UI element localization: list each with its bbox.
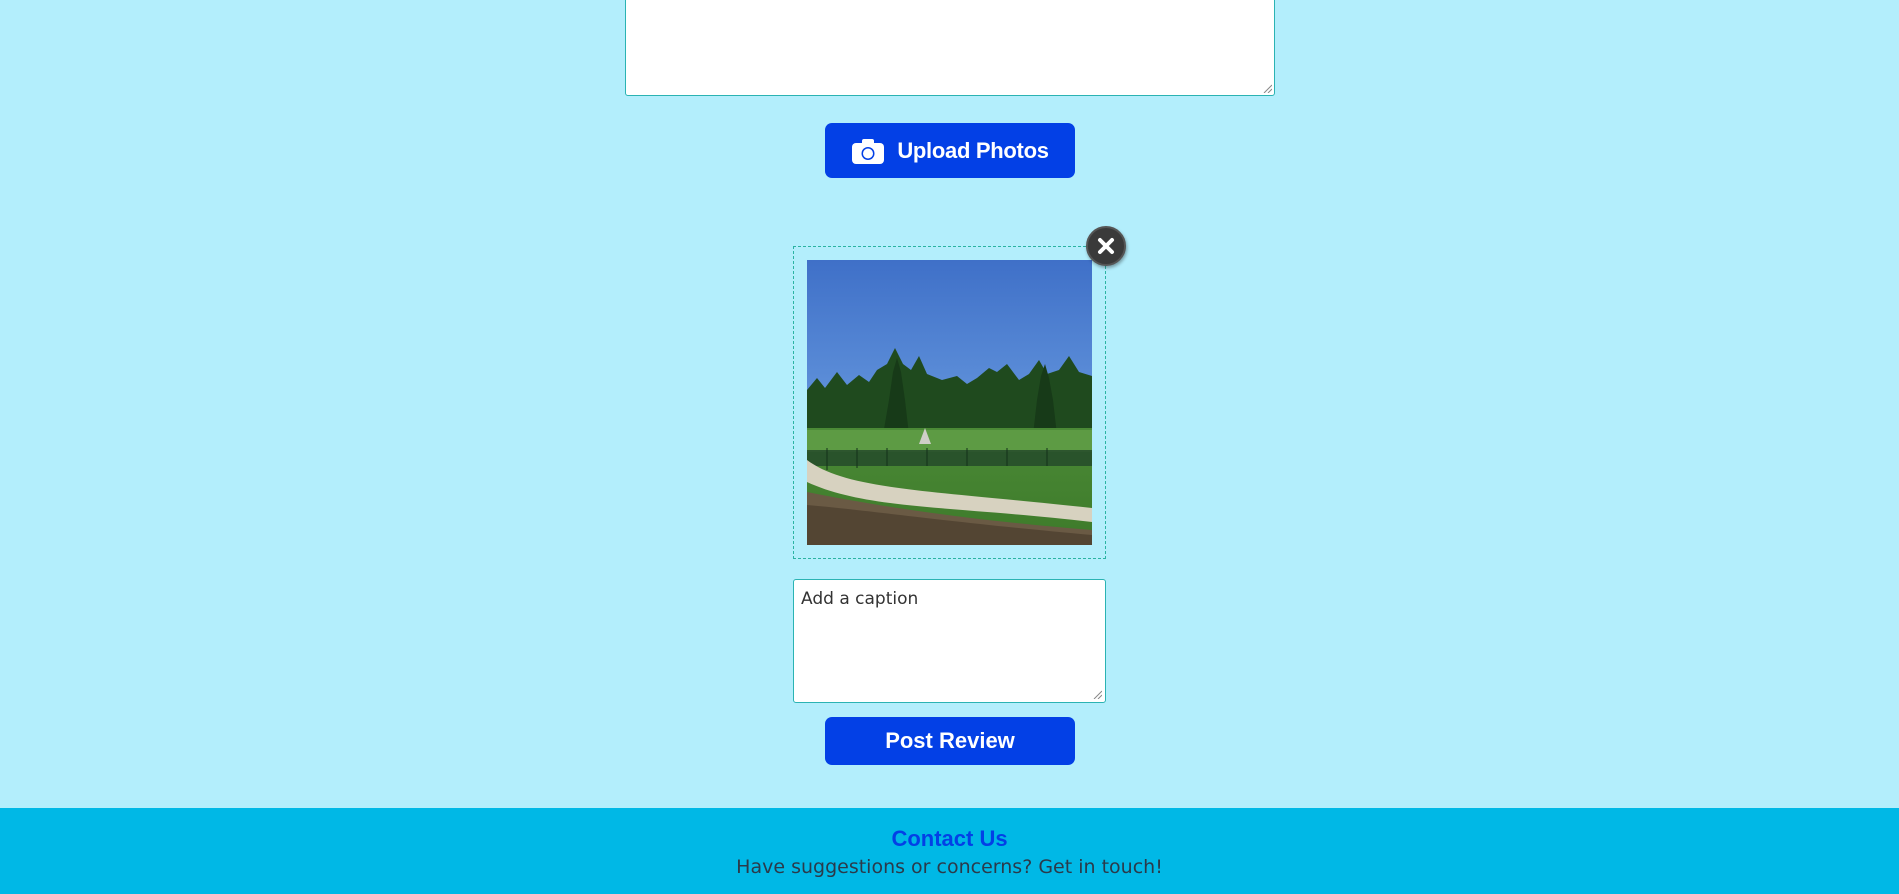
camera-icon — [852, 138, 885, 164]
uploaded-photo — [807, 260, 1092, 545]
caption-input[interactable] — [793, 579, 1106, 703]
photo-preview-frame — [793, 246, 1106, 559]
remove-photo-button[interactable] — [1086, 226, 1126, 266]
resize-grip-icon[interactable] — [1262, 83, 1272, 93]
post-review-label: Post Review — [885, 728, 1015, 753]
upload-photos-button[interactable]: Upload Photos — [825, 123, 1075, 178]
upload-photos-label: Upload Photos — [897, 137, 1049, 163]
post-review-button[interactable]: Post Review — [825, 717, 1075, 765]
review-text-area[interactable] — [625, 0, 1275, 96]
footer-title-link[interactable]: Contact Us — [0, 826, 1899, 852]
footer-text: Have suggestions or concerns? Get in tou… — [736, 856, 1163, 878]
close-icon — [1098, 238, 1114, 254]
page: Upload Photos Add a caption Post Review … — [0, 0, 1899, 894]
footer: Contact Us Have suggestions or concerns?… — [0, 808, 1899, 894]
